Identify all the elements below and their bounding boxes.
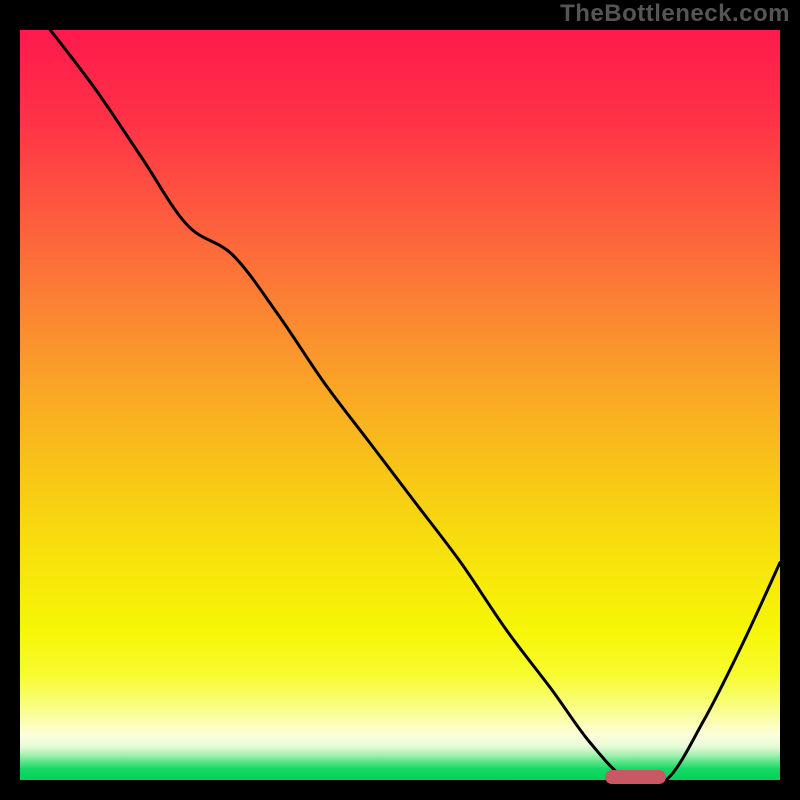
chart-frame: TheBottleneck.com: [0, 0, 800, 800]
optimal-range-marker: [605, 770, 666, 784]
plot-area: [20, 30, 780, 780]
bottleneck-chart: [20, 30, 780, 780]
gradient-background: [20, 30, 780, 780]
watermark-text: TheBottleneck.com: [560, 0, 790, 28]
